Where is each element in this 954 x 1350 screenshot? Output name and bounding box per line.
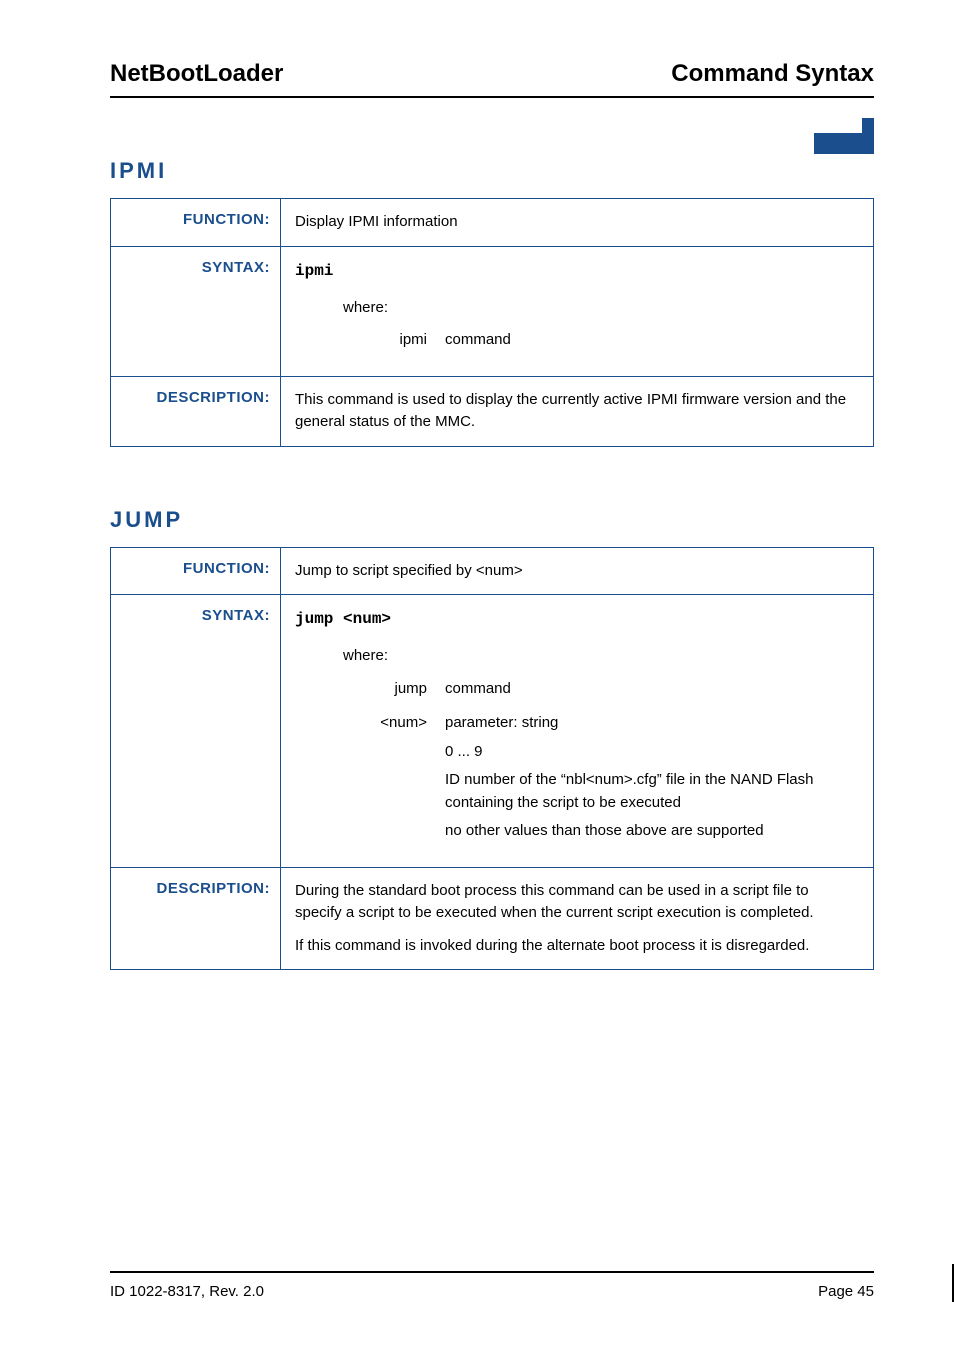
ipmi-function-label: FUNCTION: — [111, 199, 281, 247]
jump-syntax-content: jump <num> where: jump command <num> par… — [281, 595, 874, 868]
jump-function-label: FUNCTION: — [111, 547, 281, 595]
footer-right: Page 45 — [818, 1283, 874, 1300]
ipmi-syntax-cmd: ipmi — [295, 259, 859, 283]
footer-rule — [110, 1271, 874, 1273]
ipmi-description-label: DESCRIPTION: — [111, 376, 281, 446]
ipmi-table: FUNCTION: Display IPMI information SYNTA… — [110, 198, 874, 447]
section-heading-ipmi: IPMI — [110, 158, 874, 184]
jump-param0-desc: command — [445, 678, 859, 707]
ipmi-syntax-label: SYNTAX: — [111, 246, 281, 376]
jump-param1-name: <num> — [365, 712, 445, 849]
header-left: NetBootLoader — [110, 60, 283, 88]
ipmi-where-label: where: — [343, 297, 859, 320]
page-header: NetBootLoader Command Syntax — [110, 60, 874, 88]
ipmi-param-desc: command — [445, 329, 859, 358]
jump-description-label: DESCRIPTION: — [111, 867, 281, 970]
page-footer: ID 1022-8317, Rev. 2.0 Page 45 — [110, 1271, 874, 1300]
ipmi-function-text: Display IPMI information — [281, 199, 874, 247]
jump-table: FUNCTION: Jump to script specified by <n… — [110, 547, 874, 971]
footer-left: ID 1022-8317, Rev. 2.0 — [110, 1283, 264, 1300]
jump-syntax-cmd: jump <num> — [295, 607, 859, 631]
ipmi-description-text: This command is used to display the curr… — [281, 376, 874, 446]
jump-param1-desc: parameter: string 0 ... 9 ID number of t… — [445, 712, 859, 849]
jump-function-text: Jump to script specified by <num> — [281, 547, 874, 595]
jump-where-label: where: — [343, 645, 859, 668]
header-rule — [110, 96, 874, 98]
jump-param0-name: jump — [365, 678, 445, 707]
jump-description-text: During the standard boot process this co… — [281, 867, 874, 970]
header-right: Command Syntax — [671, 60, 874, 88]
jump-syntax-label: SYNTAX: — [111, 595, 281, 868]
jump-param-row-1: <num> parameter: string 0 ... 9 ID numbe… — [365, 712, 859, 849]
ipmi-syntax-content: ipmi where: ipmi command — [281, 246, 874, 376]
ipmi-param-row: ipmi command — [365, 329, 859, 358]
section-heading-jump: JUMP — [110, 507, 874, 533]
jump-param-row-0: jump command — [365, 678, 859, 707]
ipmi-param-name: ipmi — [365, 329, 445, 358]
corner-decoration — [814, 118, 874, 154]
